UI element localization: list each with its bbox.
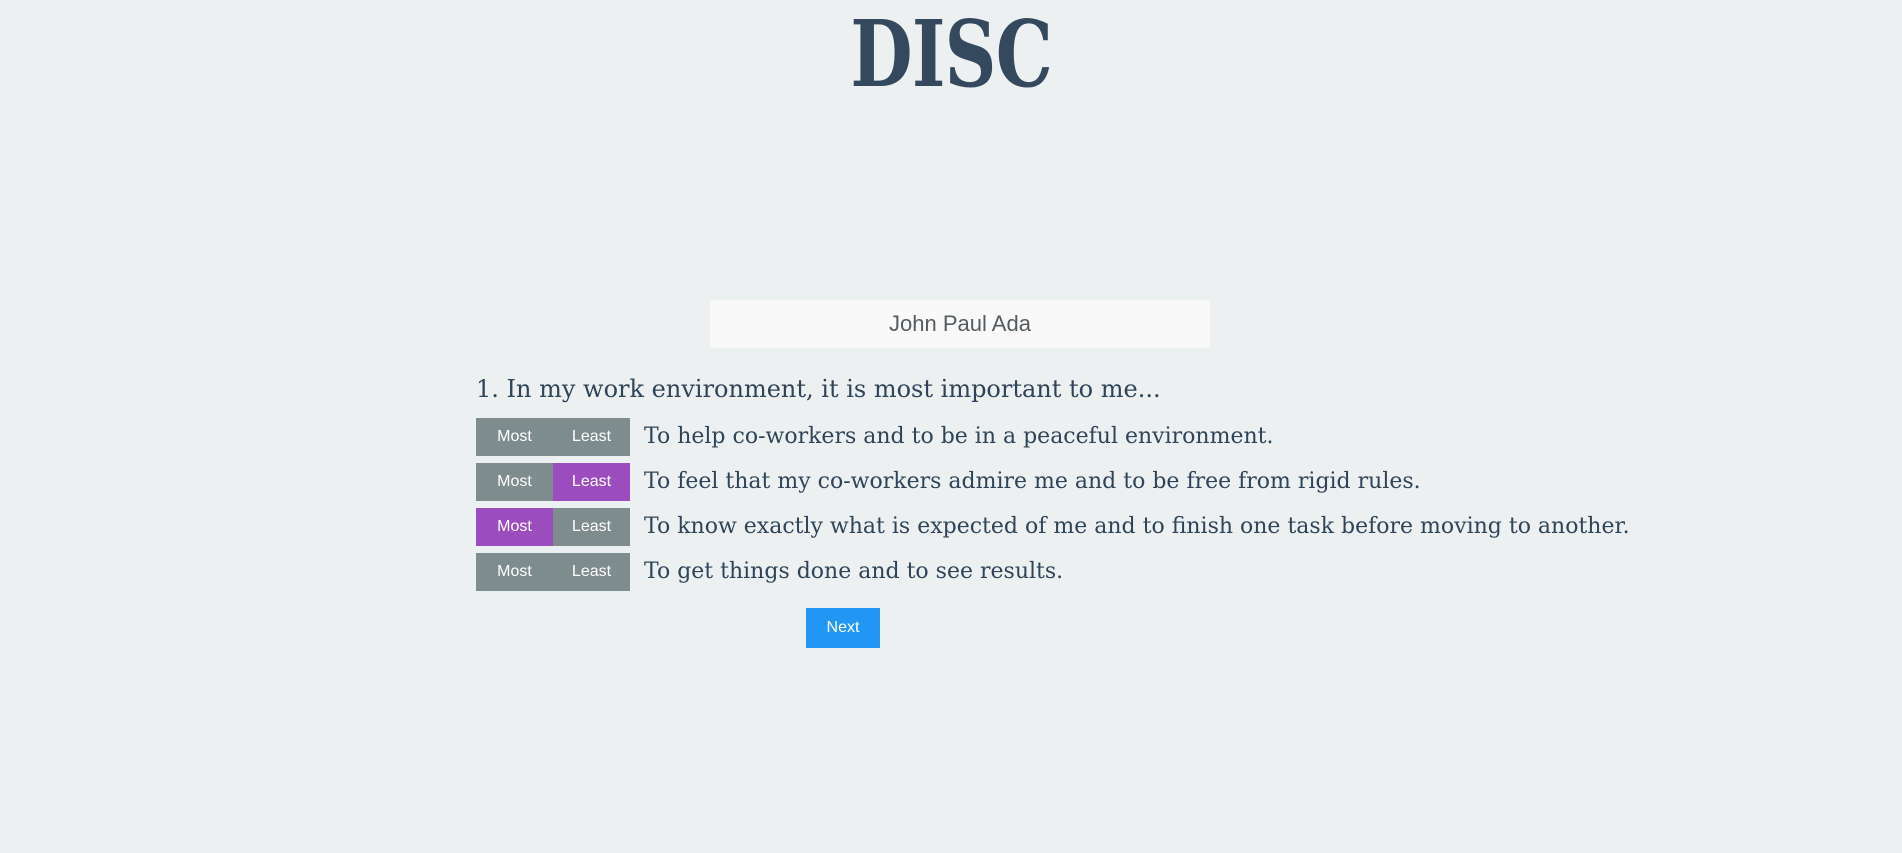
name-field-row: [476, 300, 1210, 348]
least-button[interactable]: Least: [553, 552, 630, 591]
most-least-toggle-group: Most Least: [476, 417, 630, 456]
answer-row: Most Least To feel that my co-workers ad…: [476, 462, 1902, 501]
answer-text: To get things done and to see results.: [644, 558, 1064, 584]
answer-row: Most Least To help co-workers and to be …: [476, 417, 1902, 456]
disc-assessment-page: DISC 1. In my work environment, it is mo…: [0, 0, 1902, 853]
next-button-row: Next: [476, 607, 1210, 648]
answer-text: To help co-workers and to be in a peacef…: [644, 423, 1274, 449]
answer-options-list: Most Least To help co-workers and to be …: [476, 417, 1902, 591]
least-button[interactable]: Least: [553, 507, 630, 546]
most-least-toggle-group: Most Least: [476, 462, 630, 501]
most-button[interactable]: Most: [476, 462, 553, 501]
most-button[interactable]: Most: [476, 417, 553, 456]
assessment-form: 1. In my work environment, it is most im…: [476, 300, 1902, 648]
page-title: DISC: [850, 0, 1052, 108]
most-button[interactable]: Most: [476, 552, 553, 591]
answer-row: Most Least To know exactly what is expec…: [476, 507, 1902, 546]
name-input[interactable]: [710, 300, 1210, 348]
least-button[interactable]: Least: [553, 417, 630, 456]
next-button[interactable]: Next: [806, 607, 880, 648]
answer-row: Most Least To get things done and to see…: [476, 552, 1902, 591]
most-button[interactable]: Most: [476, 507, 553, 546]
answer-text: To know exactly what is expected of me a…: [644, 513, 1630, 539]
least-button[interactable]: Least: [553, 462, 630, 501]
question-text: 1. In my work environment, it is most im…: [476, 375, 1161, 403]
header: DISC: [0, 8, 1902, 100]
most-least-toggle-group: Most Least: [476, 507, 630, 546]
most-least-toggle-group: Most Least: [476, 552, 630, 591]
answer-text: To feel that my co-workers admire me and…: [644, 468, 1421, 494]
